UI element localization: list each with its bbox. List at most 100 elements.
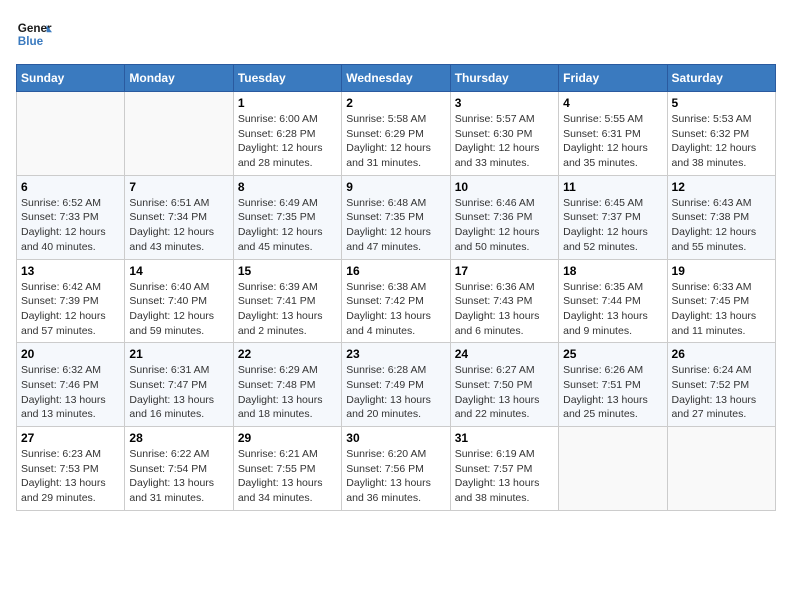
- calendar-cell: 6Sunrise: 6:52 AM Sunset: 7:33 PM Daylig…: [17, 175, 125, 259]
- calendar-cell: 29Sunrise: 6:21 AM Sunset: 7:55 PM Dayli…: [233, 427, 341, 511]
- day-info: Sunrise: 6:20 AM Sunset: 7:56 PM Dayligh…: [346, 447, 445, 506]
- calendar-cell: 1 Sunrise: 6:00 AM Sunset: 6:28 PM Daylig…: [233, 92, 341, 176]
- calendar-cell: 19 Sunrise: 6:33 AM Sunset: 7:45 PM Dayli…: [667, 259, 775, 343]
- calendar-cell: 10Sunrise: 6:46 AM Sunset: 7:36 PM Dayli…: [450, 175, 558, 259]
- calendar-cell: 18 Sunrise: 6:35 AM Sunset: 7:44 PM Dayli…: [559, 259, 667, 343]
- day-number: 21: [129, 347, 228, 361]
- day-info: Sunrise: 6:52 AM Sunset: 7:33 PM Dayligh…: [21, 196, 120, 255]
- calendar-cell: [667, 427, 775, 511]
- day-number: 10: [455, 180, 554, 194]
- day-number: 9: [346, 180, 445, 194]
- day-info: Sunrise: 6:27 AM Sunset: 7:50 PM Dayligh…: [455, 363, 554, 422]
- day-number: 28: [129, 431, 228, 445]
- day-info: Sunrise: 5:57 AM Sunset: 6:30 PM Dayligh…: [455, 112, 554, 171]
- calendar-cell: 2 Sunrise: 5:58 AM Sunset: 6:29 PM Daylig…: [342, 92, 450, 176]
- calendar-cell: [559, 427, 667, 511]
- calendar-cell: 4 Sunrise: 5:55 AM Sunset: 6:31 PM Daylig…: [559, 92, 667, 176]
- calendar-cell: 3 Sunrise: 5:57 AM Sunset: 6:30 PM Daylig…: [450, 92, 558, 176]
- calendar-cell: 21 Sunrise: 6:31 AM Sunset: 7:47 PM Dayli…: [125, 343, 233, 427]
- day-info: Sunrise: 6:49 AM Sunset: 7:35 PM Dayligh…: [238, 196, 337, 255]
- calendar-cell: 31 Sunrise: 6:19 AM Sunset: 7:57 PM Dayli…: [450, 427, 558, 511]
- day-info: Sunrise: 6:31 AM Sunset: 7:47 PM Dayligh…: [129, 363, 228, 422]
- day-info: Sunrise: 6:43 AM Sunset: 7:38 PM Dayligh…: [672, 196, 771, 255]
- day-number: 15: [238, 264, 337, 278]
- day-info: Sunrise: 6:19 AM Sunset: 7:57 PM Dayligh…: [455, 447, 554, 506]
- calendar-cell: 27Sunrise: 6:23 AM Sunset: 7:53 PM Dayli…: [17, 427, 125, 511]
- header-tuesday: Tuesday: [233, 65, 341, 92]
- header-saturday: Saturday: [667, 65, 775, 92]
- logo: General Blue: [16, 16, 56, 52]
- calendar-cell: 12 Sunrise: 6:43 AM Sunset: 7:38 PM Dayli…: [667, 175, 775, 259]
- day-number: 22: [238, 347, 337, 361]
- day-number: 17: [455, 264, 554, 278]
- calendar-cell: 8 Sunrise: 6:49 AM Sunset: 7:35 PM Daylig…: [233, 175, 341, 259]
- day-info: Sunrise: 6:48 AM Sunset: 7:35 PM Dayligh…: [346, 196, 445, 255]
- logo-icon: General Blue: [16, 16, 52, 52]
- day-number: 31: [455, 431, 554, 445]
- day-info: Sunrise: 6:00 AM Sunset: 6:28 PM Dayligh…: [238, 112, 337, 171]
- week-row-1: 1 Sunrise: 6:00 AM Sunset: 6:28 PM Daylig…: [17, 92, 776, 176]
- calendar-table: SundayMondayTuesdayWednesdayThursdayFrid…: [16, 64, 776, 511]
- day-info: Sunrise: 6:38 AM Sunset: 7:42 PM Dayligh…: [346, 280, 445, 339]
- week-row-3: 13 Sunrise: 6:42 AM Sunset: 7:39 PM Dayli…: [17, 259, 776, 343]
- calendar-cell: 15 Sunrise: 6:39 AM Sunset: 7:41 PM Dayli…: [233, 259, 341, 343]
- day-info: Sunrise: 6:39 AM Sunset: 7:41 PM Dayligh…: [238, 280, 337, 339]
- day-info: Sunrise: 6:35 AM Sunset: 7:44 PM Dayligh…: [563, 280, 662, 339]
- day-number: 12: [672, 180, 771, 194]
- day-info: Sunrise: 5:53 AM Sunset: 6:32 PM Dayligh…: [672, 112, 771, 171]
- day-info: Sunrise: 5:58 AM Sunset: 6:29 PM Dayligh…: [346, 112, 445, 171]
- day-number: 8: [238, 180, 337, 194]
- header-wednesday: Wednesday: [342, 65, 450, 92]
- calendar-cell: 23 Sunrise: 6:28 AM Sunset: 7:49 PM Dayli…: [342, 343, 450, 427]
- calendar-cell: 5 Sunrise: 5:53 AM Sunset: 6:32 PM Daylig…: [667, 92, 775, 176]
- calendar-cell: 16 Sunrise: 6:38 AM Sunset: 7:42 PM Dayli…: [342, 259, 450, 343]
- day-info: Sunrise: 6:29 AM Sunset: 7:48 PM Dayligh…: [238, 363, 337, 422]
- calendar-cell: 30 Sunrise: 6:20 AM Sunset: 7:56 PM Dayli…: [342, 427, 450, 511]
- day-info: Sunrise: 6:32 AM Sunset: 7:46 PM Dayligh…: [21, 363, 120, 422]
- calendar-cell: [125, 92, 233, 176]
- day-info: Sunrise: 6:36 AM Sunset: 7:43 PM Dayligh…: [455, 280, 554, 339]
- day-number: 4: [563, 96, 662, 110]
- day-info: Sunrise: 6:24 AM Sunset: 7:52 PM Dayligh…: [672, 363, 771, 422]
- calendar-cell: 13 Sunrise: 6:42 AM Sunset: 7:39 PM Dayli…: [17, 259, 125, 343]
- calendar-cell: 22 Sunrise: 6:29 AM Sunset: 7:48 PM Dayli…: [233, 343, 341, 427]
- day-info: Sunrise: 6:51 AM Sunset: 7:34 PM Dayligh…: [129, 196, 228, 255]
- day-number: 7: [129, 180, 228, 194]
- day-number: 19: [672, 264, 771, 278]
- day-number: 27: [21, 431, 120, 445]
- calendar-header-row: SundayMondayTuesdayWednesdayThursdayFrid…: [17, 65, 776, 92]
- page-header: General Blue: [16, 16, 776, 52]
- day-number: 2: [346, 96, 445, 110]
- day-number: 11: [563, 180, 662, 194]
- day-info: Sunrise: 6:22 AM Sunset: 7:54 PM Dayligh…: [129, 447, 228, 506]
- day-number: 16: [346, 264, 445, 278]
- day-number: 5: [672, 96, 771, 110]
- svg-text:Blue: Blue: [18, 35, 44, 48]
- day-number: 23: [346, 347, 445, 361]
- day-info: Sunrise: 5:55 AM Sunset: 6:31 PM Dayligh…: [563, 112, 662, 171]
- day-info: Sunrise: 6:33 AM Sunset: 7:45 PM Dayligh…: [672, 280, 771, 339]
- day-info: Sunrise: 6:40 AM Sunset: 7:40 PM Dayligh…: [129, 280, 228, 339]
- day-number: 18: [563, 264, 662, 278]
- day-number: 1: [238, 96, 337, 110]
- calendar-cell: 26 Sunrise: 6:24 AM Sunset: 7:52 PM Dayli…: [667, 343, 775, 427]
- day-number: 29: [238, 431, 337, 445]
- day-number: 30: [346, 431, 445, 445]
- calendar-cell: 25Sunrise: 6:26 AM Sunset: 7:51 PM Dayli…: [559, 343, 667, 427]
- header-monday: Monday: [125, 65, 233, 92]
- calendar-cell: 17 Sunrise: 6:36 AM Sunset: 7:43 PM Dayli…: [450, 259, 558, 343]
- day-number: 3: [455, 96, 554, 110]
- calendar-cell: 7 Sunrise: 6:51 AM Sunset: 7:34 PM Daylig…: [125, 175, 233, 259]
- day-number: 26: [672, 347, 771, 361]
- day-number: 13: [21, 264, 120, 278]
- week-row-5: 27Sunrise: 6:23 AM Sunset: 7:53 PM Dayli…: [17, 427, 776, 511]
- day-number: 14: [129, 264, 228, 278]
- day-info: Sunrise: 6:42 AM Sunset: 7:39 PM Dayligh…: [21, 280, 120, 339]
- day-number: 24: [455, 347, 554, 361]
- day-info: Sunrise: 6:26 AM Sunset: 7:51 PM Dayligh…: [563, 363, 662, 422]
- calendar-cell: 24 Sunrise: 6:27 AM Sunset: 7:50 PM Dayli…: [450, 343, 558, 427]
- week-row-2: 6Sunrise: 6:52 AM Sunset: 7:33 PM Daylig…: [17, 175, 776, 259]
- calendar-cell: [17, 92, 125, 176]
- day-info: Sunrise: 6:28 AM Sunset: 7:49 PM Dayligh…: [346, 363, 445, 422]
- header-thursday: Thursday: [450, 65, 558, 92]
